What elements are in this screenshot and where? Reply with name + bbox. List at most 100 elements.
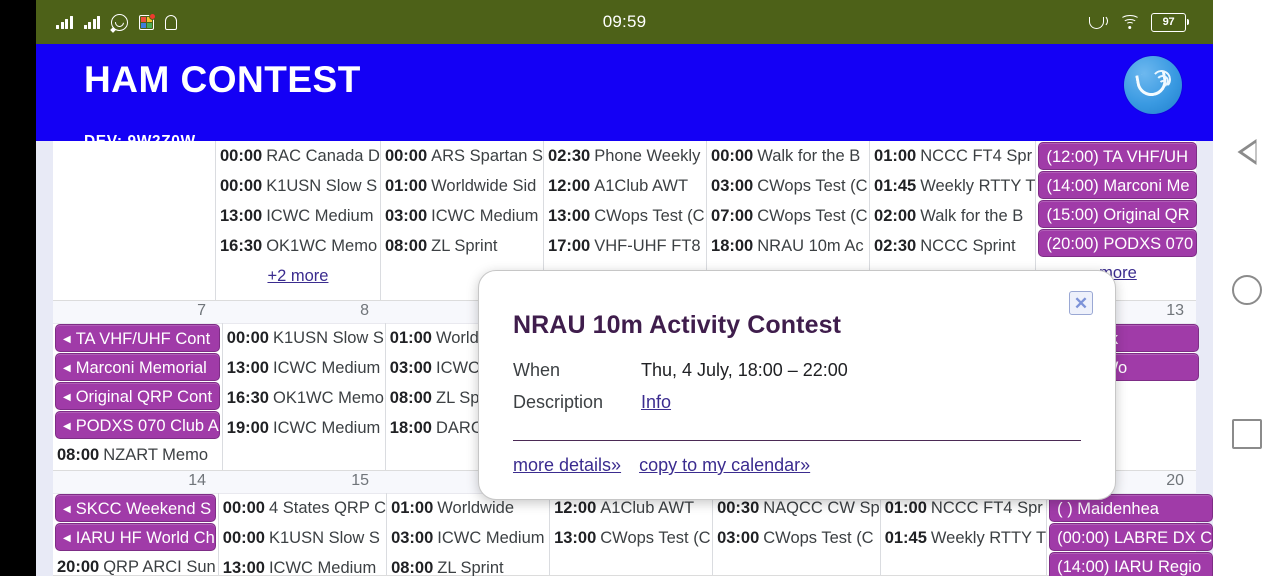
calendar-event-timed[interactable]: 00:00 Walk for the B <box>707 141 869 171</box>
calendar-day-cell[interactable] <box>53 141 216 300</box>
event-time: 00:00 <box>226 329 269 347</box>
calendar-event-chip[interactable]: IARU HF World Ch <box>55 523 216 551</box>
calendar-day-cell[interactable]: 00:00 4 States QRP C 00:00 K1USN Slow S 13:0… <box>219 493 388 576</box>
calendar-event-timed[interactable]: 00:00 ARS Spartan S <box>381 141 543 171</box>
calendar-event-chip[interactable]: SKCC Weekend S <box>55 494 216 522</box>
calendar-event-timed[interactable]: 02:00 Walk for the B <box>870 201 1035 231</box>
calendar-day-cell[interactable]: 00:00 K1USN Slow S 13:00 ICWC Medium 16:30 OK… <box>223 323 386 470</box>
close-icon[interactable]: ✕ <box>1069 291 1093 315</box>
calendar-event-timed[interactable]: 00:00 K1USN Slow S <box>219 523 386 553</box>
event-time: 01:00 <box>389 329 432 347</box>
event-title: ICWC Medium <box>431 207 539 225</box>
calendar-event-timed[interactable]: 08:00 ZL Sprint <box>387 553 549 576</box>
calendar-event-timed[interactable]: 03:00 CWops Test (C <box>707 171 869 201</box>
calendar-event-timed[interactable]: 18:00 NRAU 10m Ac <box>707 231 869 261</box>
calendar-event-chip[interactable]: (14:00) IARU Regio <box>1049 552 1213 576</box>
calendar-day-cell[interactable]: 12:00 A1Club AWT 13:00 CWops Test (C <box>550 493 714 575</box>
more-details-link[interactable]: more details» <box>513 455 621 476</box>
calendar-event-chip[interactable]: (15:00) Original QR <box>1038 200 1198 228</box>
calendar-event-timed[interactable]: 08:00 NZART Memo <box>53 440 222 470</box>
calendar-day-cell[interactable]: ( ) Maidenhea (00:00) LABRE DX C (14:00) I… <box>1047 493 1213 576</box>
calendar-event-timed[interactable]: 01:45 Weekly RTTY T <box>870 171 1035 201</box>
event-title: (20:00) PODXS 070 <box>1046 235 1194 253</box>
event-title: NCCC FT4 Spr <box>920 147 1033 165</box>
calendar-event-timed[interactable]: 16:30 OK1WC Memo <box>216 231 380 261</box>
calendar-event-timed[interactable]: 12:00 A1Club AWT <box>544 171 706 201</box>
calendar-event-timed[interactable]: 13:00 CWops Test (C <box>544 201 706 231</box>
calendar-day-cell[interactable]: 01:00 Worldwide 03:00 ICWC Medium 08:00 ZL Sp… <box>387 493 551 576</box>
event-title: ICWC Medium <box>272 359 381 377</box>
day-number[interactable]: 7 <box>53 302 206 320</box>
calendar-event-timed[interactable]: 16:30 OK1WC Memo <box>223 383 385 413</box>
calendar-event-chip[interactable]: Original QRP Cont <box>55 382 220 410</box>
calendar-event-timed[interactable]: 08:00 ZL Sprint <box>381 231 543 261</box>
calendar-day-cell[interactable]: 01:00 NCCC FT4 Spr 01:45 Weekly RTTY T <box>881 493 1048 575</box>
calendar-day-cell[interactable]: 00:30 NAQCC CW Sp 03:00 CWops Test (C <box>713 493 881 575</box>
phone-ringing-icon[interactable] <box>1124 56 1182 114</box>
calendar-event-timed[interactable]: 13:00 CWops Test (C <box>550 523 712 553</box>
calendar-event-timed[interactable]: 13:00 ICWC Medium <box>216 201 380 231</box>
calendar-day-cell[interactable]: SKCC Weekend S IARU HF World Ch 20:00QRP A… <box>53 493 219 576</box>
calendar-event-timed[interactable]: 03:00 CWops Test (C <box>713 523 880 553</box>
calendar-event-chip[interactable]: Marconi Memorial <box>55 353 220 381</box>
day-number[interactable]: 14 <box>53 472 206 490</box>
recents-square-icon[interactable] <box>1231 419 1262 449</box>
calendar-day-cell[interactable]: TA VHF/UHF Cont Marconi Memorial Original … <box>53 323 223 470</box>
calendar-event-timed[interactable]: 00:00 K1USN Slow S <box>223 323 385 353</box>
calendar-event-timed[interactable]: 13:00 ICWC Medium <box>219 553 386 576</box>
event-title: CWops Test (C <box>763 529 874 547</box>
day-number[interactable]: 15 <box>216 472 369 490</box>
calendar-event-timed[interactable]: 03:00 ICWC Medium <box>387 523 549 553</box>
event-title: CWops Test (C <box>594 207 705 225</box>
calendar-event-chip[interactable]: (14:00) Marconi Me <box>1038 171 1198 199</box>
event-title: K1USN Slow S <box>266 177 378 195</box>
calendar-event-timed[interactable]: 01:00 Worldwide Sid <box>381 171 543 201</box>
calendar-event-chip[interactable]: (00:00) LABRE DX C <box>1049 523 1213 551</box>
calendar-event-timed[interactable]: 01:00 NCCC FT4 Spr <box>870 141 1035 171</box>
event-time: 00:00 <box>220 177 263 195</box>
calendar-event-timed[interactable]: 02:30 Phone Weekly <box>544 141 706 171</box>
calendar-event-chip[interactable]: (12:00) TA VHF/UH <box>1038 142 1198 170</box>
calendar-event-chip[interactable]: PODXS 070 Club A <box>55 411 220 439</box>
copy-to-my-calendar-link[interactable]: copy to my calendar» <box>639 455 810 476</box>
calendar-event-timed[interactable]: 13:00 ICWC Medium <box>223 353 385 383</box>
calendar-event-timed[interactable]: 17:00 VHF-UHF FT8 <box>544 231 706 261</box>
event-title: OK1WC Memo <box>266 237 378 255</box>
event-title: SKCC Weekend S <box>75 500 212 518</box>
event-time: 13:00 <box>222 559 265 576</box>
calendar-event-chip[interactable]: TA VHF/UHF Cont <box>55 324 220 352</box>
app-header: HAM CONTEST DEV: 9W2Z0W <box>36 44 1213 141</box>
back-triangle-icon[interactable] <box>1237 139 1256 165</box>
battery-level: 97 <box>1162 15 1175 28</box>
event-time: 01:45 <box>874 177 917 195</box>
event-title: Original QRP Cont <box>75 388 213 406</box>
event-time: 19:00 <box>226 419 269 437</box>
popup-info-link[interactable]: Info <box>641 392 671 413</box>
calendar-event-timed[interactable]: 00:00 RAC Canada D <box>216 141 380 171</box>
home-circle-icon[interactable] <box>1231 275 1262 305</box>
calendar-event-timed[interactable]: 07:00 CWops Test (C <box>707 201 869 231</box>
calendar-event-timed[interactable]: 20:00 QRP ARCI Sun <box>53 552 218 576</box>
event-title: PODXS 070 Club A <box>75 417 219 435</box>
calendar-event-chip[interactable]: (20:00) PODXS 070 <box>1038 229 1198 257</box>
event-title: NAQCC CW Sp <box>763 499 880 517</box>
call-mute-icon <box>1089 14 1108 30</box>
calendar-day-cell[interactable]: 00:00 RAC Canada D 00:00 K1USN Slow S 13:00 I… <box>216 141 381 300</box>
event-time: 16:30 <box>220 237 263 255</box>
event-time: 13:00 <box>548 207 591 225</box>
more-events-link[interactable]: +2 more <box>216 261 380 291</box>
event-title: NRAU 10m Ac <box>757 237 864 255</box>
day-number[interactable]: 8 <box>216 302 369 320</box>
status-bar-right-icons: 97 <box>1089 0 1189 44</box>
event-title: CWops Test (C <box>757 177 868 195</box>
calendar-event-timed[interactable]: 02:30 NCCC Sprint <box>870 231 1035 261</box>
calendar-event-timed[interactable]: 03:00 ICWC Medium <box>381 201 543 231</box>
calendar-event-timed[interactable]: 00:00 4 States QRP C <box>219 493 386 523</box>
event-time: 00:00 <box>222 499 265 517</box>
popup-title: NRAU 10m Activity Contest <box>513 311 842 339</box>
popup-when-value: Thu, 4 July, 18:00 – 22:00 <box>641 360 848 380</box>
calendar-event-timed[interactable]: 01:45 Weekly RTTY T <box>881 523 1046 553</box>
calendar-event-timed[interactable]: 19:00 ICWC Medium <box>223 413 385 443</box>
event-title: VHF-UHF FT8 <box>594 237 701 255</box>
calendar-event-timed[interactable]: 00:00 K1USN Slow S <box>216 171 380 201</box>
